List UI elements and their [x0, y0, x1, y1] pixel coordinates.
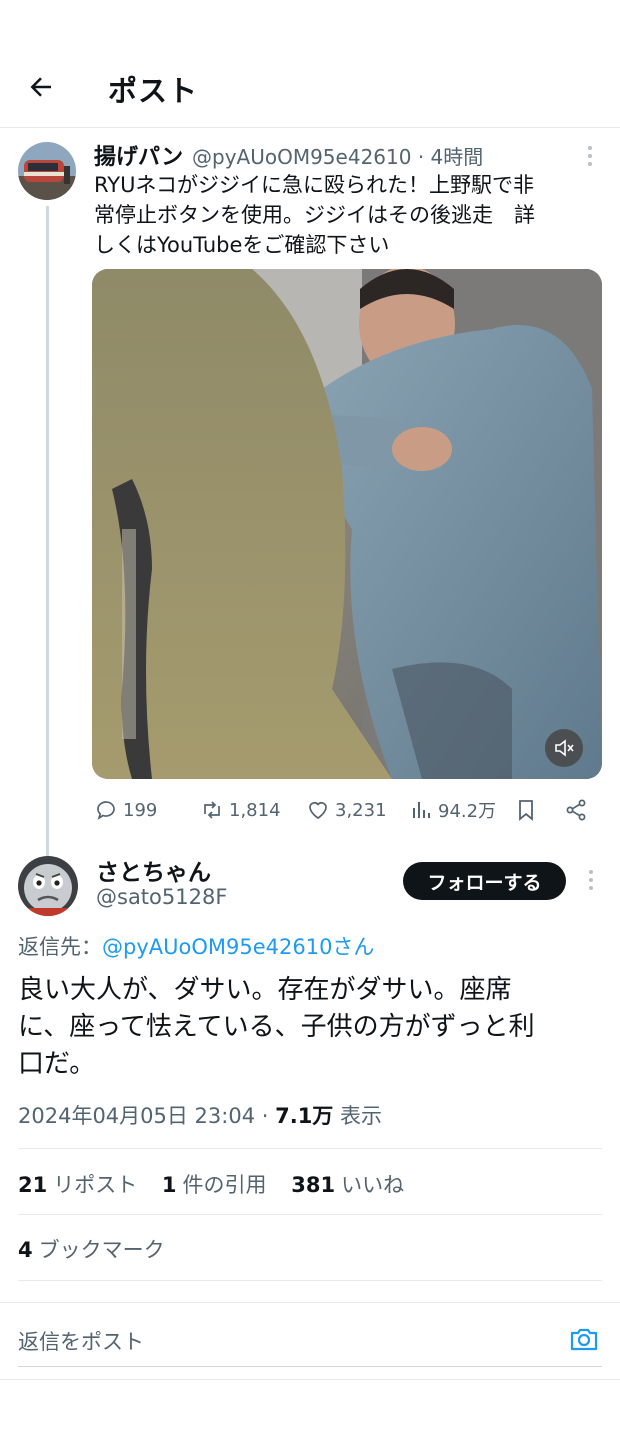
- reply-post-text: 良い大人が、ダサい。存在がダサい。座席 に、座って怯えている、子供の方がずっと利…: [18, 975, 535, 1079]
- likes-label: いいね: [341, 1173, 405, 1197]
- views-count: 94.2万: [438, 801, 497, 822]
- bookmarks-stat[interactable]: 4 ブックマーク: [18, 1234, 165, 1264]
- views-action[interactable]: 94.2万: [409, 796, 496, 824]
- divider: [18, 1280, 602, 1281]
- reposts-stat[interactable]: 21 リポスト: [18, 1173, 137, 1197]
- train-photo-avatar: [18, 142, 76, 200]
- bookmarks-label: ブックマーク: [38, 1238, 165, 1262]
- quotes-count: 1: [161, 1173, 177, 1197]
- reply-author-handle[interactable]: @sato5128F: [96, 885, 227, 909]
- parent-author-avatar[interactable]: [18, 142, 76, 200]
- parent-author-name[interactable]: 揚げパン: [94, 139, 183, 171]
- video-player[interactable]: [92, 269, 602, 779]
- heart-icon: [309, 802, 327, 820]
- reply-more-button[interactable]: [582, 868, 600, 892]
- video-frame: [92, 269, 602, 779]
- reply-author-name[interactable]: さとちゃん: [96, 853, 211, 887]
- thread-connector: [46, 206, 49, 856]
- engagement-stats: 21 リポスト 1 件の引用 381 いいね: [18, 1169, 422, 1199]
- camera-icon: [570, 1328, 598, 1351]
- replying-to-label: 返信先：: [18, 935, 102, 959]
- repost-icon: [204, 801, 220, 819]
- more-vertical-icon: [588, 146, 592, 166]
- back-button[interactable]: [26, 72, 56, 102]
- likes-count: 381: [291, 1173, 336, 1197]
- replying-to-link[interactable]: @pyAUoOM95e42610さん: [102, 935, 374, 959]
- comment-icon: [97, 801, 115, 820]
- post-date[interactable]: 2024年04月05日 23:04 ·: [18, 1104, 275, 1128]
- bookmark-icon: [519, 800, 533, 821]
- reply-input[interactable]: 返信をポスト: [18, 1326, 144, 1356]
- character-face-avatar: [18, 856, 78, 916]
- replying-to: 返信先：@pyAUoOM95e42610さん: [18, 931, 374, 961]
- views-label: 表示: [333, 1104, 382, 1128]
- header-divider: [0, 127, 620, 128]
- divider: [18, 1148, 602, 1149]
- reply-action[interactable]: 199: [94, 796, 157, 824]
- top-bar: [0, 58, 620, 128]
- analytics-icon: [413, 802, 430, 818]
- views-count: 7.1万: [275, 1104, 334, 1128]
- share-action[interactable]: [564, 796, 588, 824]
- repost-count: 1,814: [229, 799, 281, 821]
- like-count: 3,231: [335, 799, 387, 821]
- post-meta: 2024年04月05日 23:04 · 7.1万 表示: [18, 1100, 382, 1130]
- quotes-label: 件の引用: [182, 1173, 267, 1197]
- camera-button[interactable]: [568, 1323, 600, 1355]
- like-action[interactable]: 3,231: [306, 796, 387, 824]
- likes-stat[interactable]: 381 いいね: [291, 1173, 404, 1197]
- follow-button[interactable]: フォローする: [403, 862, 566, 900]
- parent-post-text: RYUネコがジジイに急に殴られた！上野駅で非 常停止ボタンを使用。ジジイはその後…: [94, 173, 535, 257]
- reposts-count: 21: [18, 1173, 48, 1197]
- volume-off-icon: [555, 739, 574, 757]
- repost-action[interactable]: 1,814: [200, 796, 281, 824]
- reply-author-avatar[interactable]: [18, 856, 78, 916]
- page-title: ポスト: [108, 74, 199, 108]
- mute-button[interactable]: [545, 729, 583, 767]
- quotes-stat[interactable]: 1 件の引用: [162, 1173, 267, 1197]
- more-vertical-icon: [589, 870, 593, 890]
- bookmark-action[interactable]: [514, 796, 538, 824]
- arrow-left-icon: [30, 77, 51, 97]
- parent-more-button[interactable]: [580, 144, 600, 168]
- divider: [18, 1214, 602, 1215]
- reply-input-underline: [18, 1366, 602, 1367]
- share-icon: [566, 799, 586, 821]
- reply-count: 199: [123, 799, 158, 821]
- bookmarks-count: 4: [18, 1238, 33, 1262]
- parent-author-handle-time[interactable]: @pyAUoOM95e42610 · 4時間: [192, 141, 483, 170]
- reposts-label: リポスト: [53, 1173, 138, 1197]
